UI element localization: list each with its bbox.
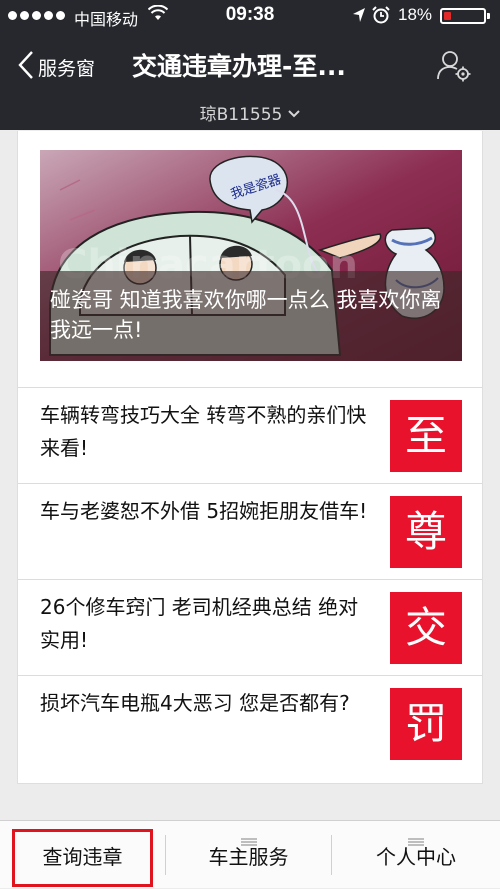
- tab-query-violations[interactable]: 查询违章: [0, 821, 165, 889]
- article-title: 车与老婆恕不外借 5招婉拒朋友借车!: [40, 499, 368, 523]
- article-thumbnail: 至: [390, 400, 462, 472]
- bottom-tab-bar: 查询违章 车主服务 个人中心: [0, 820, 500, 888]
- article-title: 26个修车窍门 老司机经典总结 绝对实用!: [40, 595, 359, 652]
- plate-selector[interactable]: 琼B11555: [0, 100, 500, 125]
- back-button[interactable]: 服务窗: [18, 48, 95, 86]
- battery-percent: 18%: [398, 5, 433, 24]
- status-bar: 中国移动 09:38 18%: [0, 0, 500, 32]
- article-item[interactable]: 26个修车窍门 老司机经典总结 绝对实用! 交: [18, 579, 482, 676]
- tab-owner-services[interactable]: 车主服务: [166, 821, 331, 889]
- tab-label: 查询违章: [42, 844, 123, 869]
- battery-icon: [440, 8, 486, 24]
- plate-number: 琼B11555: [199, 105, 283, 125]
- user-settings-icon[interactable]: [436, 50, 472, 86]
- hero-banner[interactable]: 我是瓷器 Chinacartoon 碰瓷哥 知道我喜欢你哪一点么 我喜欢你离我远…: [40, 150, 462, 361]
- alarm-icon: [372, 6, 390, 29]
- article-thumbnail: 交: [390, 592, 462, 664]
- article-thumbnail: 罚: [390, 688, 462, 760]
- menu-lines-icon: [240, 831, 258, 850]
- menu-lines-icon: [407, 831, 425, 850]
- news-card: 我是瓷器 Chinacartoon 碰瓷哥 知道我喜欢你哪一点么 我喜欢你离我远…: [17, 131, 483, 784]
- location-arrow-icon: [352, 7, 366, 28]
- chevron-left-icon: [18, 50, 34, 84]
- page-title: 交通违章办理-至...: [132, 52, 346, 81]
- nav-bar: 服务窗 交通违章办理-至... 琼B11555: [0, 32, 500, 130]
- chevron-down-icon: [288, 103, 301, 122]
- article-item[interactable]: 车与老婆恕不外借 5招婉拒朋友借车! 尊: [18, 483, 482, 580]
- article-item[interactable]: 车辆转弯技巧大全 转弯不熟的亲们快来看! 至: [18, 387, 482, 484]
- article-item[interactable]: 损坏汽车电瓶4大恶习 您是否都有? 罚: [18, 675, 482, 772]
- article-title: 车辆转弯技巧大全 转弯不熟的亲们快来看!: [40, 403, 367, 460]
- hero-caption: 碰瓷哥 知道我喜欢你哪一点么 我喜欢你离我远一点!: [40, 271, 462, 361]
- back-label: 服务窗: [38, 57, 96, 80]
- article-thumbnail: 尊: [390, 496, 462, 568]
- tab-personal-center[interactable]: 个人中心: [332, 821, 500, 889]
- article-title: 损坏汽车电瓶4大恶习 您是否都有?: [40, 691, 350, 715]
